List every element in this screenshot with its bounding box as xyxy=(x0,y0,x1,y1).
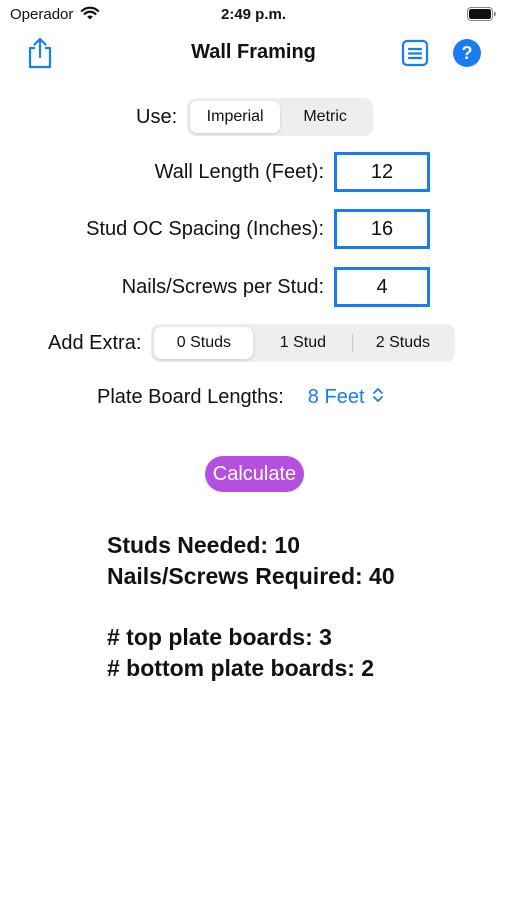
stud-spacing-label: Stud OC Spacing (Inches): xyxy=(86,217,324,240)
segment-0-studs[interactable]: 0 Studs xyxy=(154,327,254,359)
units-label: Use: xyxy=(136,105,178,128)
plate-board-row: Plate Board Lengths: 8 Feet xyxy=(97,386,384,409)
units-segmented-control: Imperial Metric xyxy=(187,98,374,136)
plate-board-picker[interactable]: 8 Feet xyxy=(308,386,384,409)
add-extra-segmented-control: 0 Studs 1 Stud 2 Studs xyxy=(151,324,456,362)
plate-board-label: Plate Board Lengths: xyxy=(97,386,284,408)
plate-board-value: 8 Feet xyxy=(307,386,365,408)
wall-length-input[interactable] xyxy=(334,152,430,192)
battery-icon xyxy=(467,7,497,26)
share-button[interactable] xyxy=(24,36,56,70)
add-extra-row: Add Extra: 0 Studs 1 Stud 2 Studs xyxy=(48,324,456,362)
nails-required-result: Nails/Screws Required: 40 xyxy=(107,563,395,589)
nails-per-stud-input[interactable] xyxy=(334,267,430,307)
results-panel: Studs Needed: 10 Nails/Screws Required: … xyxy=(107,530,395,684)
stud-spacing-row: Stud OC Spacing (Inches): xyxy=(86,209,430,249)
wall-length-label: Wall Length (Feet): xyxy=(154,160,324,183)
wall-length-row: Wall Length (Feet): xyxy=(155,152,430,192)
units-row: Use: Imperial Metric xyxy=(136,98,374,136)
nav-bar: Wall Framing ? xyxy=(0,30,507,76)
page-title: Wall Framing xyxy=(191,41,316,63)
chevron-up-down-icon xyxy=(372,386,384,409)
bottom-plate-result: # bottom plate boards: 2 xyxy=(107,655,375,681)
share-icon xyxy=(28,37,52,69)
segment-imperial[interactable]: Imperial xyxy=(190,101,281,133)
clock: 2:49 p.m. xyxy=(220,6,287,23)
top-plate-result: # top plate boards: 3 xyxy=(107,624,332,650)
calculate-button[interactable]: Calculate xyxy=(205,456,304,492)
studs-needed-result: Studs Needed: 10 xyxy=(107,532,300,558)
nails-per-stud-row: Nails/Screws per Stud: xyxy=(122,267,430,307)
list-icon xyxy=(401,39,429,67)
segment-2-studs[interactable]: 2 Studs xyxy=(353,327,452,359)
nails-per-stud-label: Nails/Screws per Stud: xyxy=(121,275,324,298)
help-icon: ? xyxy=(461,43,473,63)
add-extra-label: Add Extra: xyxy=(48,331,142,354)
list-button[interactable] xyxy=(401,39,429,67)
segment-1-stud[interactable]: 1 Stud xyxy=(253,327,352,359)
segment-metric[interactable]: Metric xyxy=(280,101,370,133)
help-button[interactable]: ? xyxy=(453,39,481,67)
stud-spacing-input[interactable] xyxy=(334,209,430,249)
status-bar: Operador 2:49 p.m. xyxy=(0,0,507,28)
results-spacer xyxy=(107,592,395,622)
